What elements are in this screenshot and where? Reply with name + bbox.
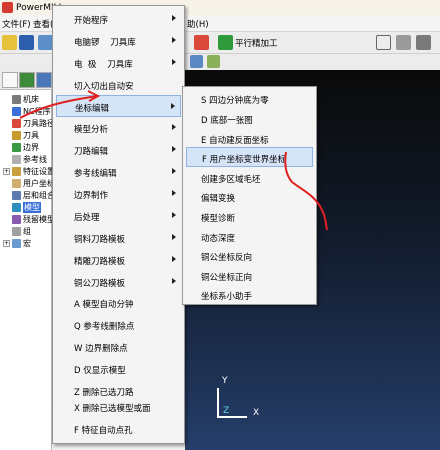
submenu-item-model-diagnosis[interactable]: 模型诊断	[186, 206, 313, 228]
save-icon[interactable]	[19, 35, 34, 50]
tree-item-tool[interactable]: 刀具	[0, 130, 52, 141]
tree-item-macro[interactable]: + 宏	[0, 238, 52, 249]
submenu-arrow-icon	[172, 59, 176, 65]
submenu-arrow-icon	[172, 212, 176, 218]
x-axis-label: X	[253, 408, 260, 418]
boundary-icon	[12, 143, 21, 152]
strategy-icon[interactable]	[218, 35, 233, 50]
stock-model-icon	[12, 215, 21, 224]
layers-tab-icon[interactable]	[36, 72, 52, 88]
submenu-arrow-icon	[172, 146, 176, 152]
menu-item-start-program[interactable]: 开始程序	[56, 8, 181, 30]
settings-icon[interactable]	[416, 35, 431, 50]
submenu-arrow-icon	[172, 37, 176, 43]
menu-help[interactable]: 助(H)	[187, 18, 209, 30]
submenu-arrow-icon	[172, 124, 176, 130]
machine-icon	[12, 95, 21, 104]
menu-item-model-analysis[interactable]: 模型分析	[56, 117, 181, 139]
tree-view-tab-icon[interactable]	[2, 72, 18, 88]
submenu-item-user-to-world-coord[interactable]: F 用户坐标变世界坐标	[186, 147, 313, 167]
menu-item-pattern-edit[interactable]: 参考线编辑	[56, 161, 181, 183]
globe-tab-icon[interactable]	[19, 72, 35, 88]
submenu-arrow-icon	[172, 190, 176, 196]
submenu-item-four-side-center-zero[interactable]: S 四边分钟底为零	[186, 88, 313, 110]
tree-item-machine[interactable]: 机床	[0, 94, 52, 105]
explorer-tabs	[0, 70, 52, 90]
menu-item-electrode-toolpath-template[interactable]: 铜公刀路模板	[56, 271, 181, 293]
main-context-menu-lower: X 删除已选模型或面 F 特征自动点孔	[52, 404, 185, 444]
submenu-item-electrode-coord-reverse[interactable]: 铜公坐标反向	[186, 245, 313, 267]
main-context-menu: 开始程序 电脑锣 刀具库 电 极 刀具库 切入切出自动安 坐标编辑 模型分析 刀…	[52, 5, 185, 405]
feature-set-icon	[12, 167, 21, 176]
shade-icon[interactable]	[207, 55, 220, 68]
expand-icon[interactable]: +	[3, 168, 10, 175]
menu-item-show-model-only[interactable]: D 仅显示模型	[56, 358, 181, 380]
tree-item-nc-program[interactable]: NC程序	[0, 106, 52, 117]
tool-tree-icon	[12, 131, 21, 140]
model-icon	[12, 203, 21, 212]
submenu-arrow-icon	[171, 103, 175, 109]
menu-item-engraving-toolpath-template[interactable]: 精雕刀路模板	[56, 249, 181, 271]
menu-item-feature-auto-drill[interactable]: F 特征自动点孔	[56, 418, 181, 440]
menu-item-post-process[interactable]: 后处理	[56, 205, 181, 227]
menu-item-pattern-delete-points[interactable]: Q 参考线删除点	[56, 314, 181, 336]
menu-item-auto-lead-in-out[interactable]: 切入切出自动安	[56, 74, 181, 96]
y-axis-label: Y	[222, 376, 228, 386]
menu-item-cnc-tool-library[interactable]: 电脑锣 刀具库	[56, 30, 181, 52]
toolpath-tree-icon	[12, 119, 21, 128]
menu-item-coordinate-edit[interactable]: 坐标编辑	[56, 95, 181, 117]
tree-item-stock-model[interactable]: 残留模型	[0, 214, 52, 225]
nc-program-icon	[12, 107, 21, 116]
tool-holder-icon[interactable]	[376, 35, 391, 50]
tree-item-toolpath[interactable]: 刀具路径	[0, 118, 52, 129]
menu-item-electrode-tool-library[interactable]: 电 极 刀具库	[56, 52, 181, 74]
menu-item-boundary-create[interactable]: 边界制作	[56, 183, 181, 205]
menu-item-toolpath-edit[interactable]: 刀路编辑	[56, 139, 181, 161]
submenu-arrow-icon	[172, 278, 176, 284]
tree-item-group[interactable]: 组	[0, 226, 52, 237]
submenu-arrow-icon	[172, 15, 176, 21]
tree-item-boundary[interactable]: 边界	[0, 142, 52, 153]
menu-item-delete-selected-model-or-face[interactable]: X 删除已选模型或面	[56, 396, 181, 418]
submenu-item-offset-transform[interactable]: 偏辑变换	[186, 186, 313, 208]
submenu-item-bottom-one-view[interactable]: D 底部一张图	[186, 108, 313, 130]
open-icon[interactable]	[2, 35, 17, 50]
tree-item-feature-set[interactable]: + 特征设置	[0, 166, 52, 177]
y-axis-line	[217, 388, 219, 418]
tree-item-pattern[interactable]: 参考线	[0, 154, 52, 165]
tree-item-levels[interactable]: 层和组合	[0, 190, 52, 201]
submenu-arrow-icon	[172, 234, 176, 240]
workplane-icon	[12, 179, 21, 188]
calculator-icon[interactable]	[396, 35, 411, 50]
submenu-arrow-icon	[172, 168, 176, 174]
explorer-panel: 机床 NC程序 刀具路径 刀具 边界 参考线 + 特征设置 用户坐标 层和组合	[0, 70, 52, 450]
menu-view[interactable]: 查看(	[33, 18, 53, 30]
pattern-icon	[12, 155, 21, 164]
tool-icon[interactable]	[38, 35, 53, 50]
toolpath-icon[interactable]	[194, 35, 209, 50]
x-axis-line	[217, 416, 247, 418]
menu-item-copper-toolpath-template[interactable]: 铜料刀路模板	[56, 227, 181, 249]
menu-item-boundary-delete-points[interactable]: W 边界删除点	[56, 336, 181, 358]
levels-icon	[12, 191, 21, 200]
tree-item-workplane[interactable]: 用户坐标	[0, 178, 52, 189]
expand-icon[interactable]: +	[3, 240, 10, 247]
z-axis-label: Z	[223, 406, 230, 416]
submenu-arrow-icon	[172, 256, 176, 262]
macro-icon	[12, 239, 21, 248]
group-icon	[12, 227, 21, 236]
app-logo-icon	[2, 2, 13, 13]
view-icon[interactable]	[190, 55, 203, 68]
coordinate-edit-submenu: S 四边分钟底为零 D 底部一张图 E 自动建反面坐标 F 用户坐标变世界坐标 …	[182, 86, 317, 305]
menu-file[interactable]: 文件(F)	[2, 18, 31, 30]
tree-item-model[interactable]: 模型	[0, 202, 52, 213]
menu-item-auto-model-split[interactable]: A 模型自动分钟	[56, 292, 181, 314]
submenu-item-coordinate-assistant[interactable]: 坐标系小助手	[186, 284, 313, 306]
strategy-combo[interactable]: 平行精加工	[235, 37, 278, 49]
